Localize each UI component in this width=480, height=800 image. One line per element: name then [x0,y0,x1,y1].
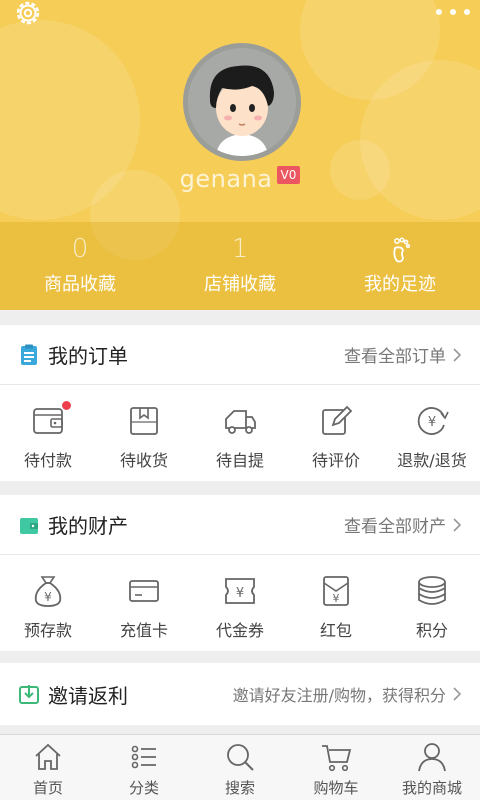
package-icon [130,407,158,435]
order-pending-review[interactable]: 待评价 [288,385,384,481]
asset-points[interactable]: 积分 [384,555,480,651]
chevron-right-icon [453,687,462,701]
chevron-right-icon [453,347,462,362]
view-all-orders-label: 查看全部订单 [344,347,446,367]
tab-label: 分类 [128,779,159,797]
stat-product-favorites[interactable]: 0 商品收藏 [0,222,160,310]
tab-label: 购物车 [313,779,359,797]
view-all-assets-link[interactable]: 查看全部财产 [344,512,462,537]
username-row: genana V0 [0,165,480,193]
icon-label: 待收货 [119,451,168,470]
wallet-icon [18,514,40,536]
stat-footprints[interactable]: 我的足迹 [320,222,480,310]
assets-title: 我的财产 [48,514,128,538]
invite-description-label: 邀请好友注册/购物，获得积分 [232,686,446,705]
asset-voucher[interactable]: ¥ 代金券 [192,555,288,651]
tab-label: 首页 [32,779,63,797]
gear-icon[interactable] [10,0,48,32]
tab-cart[interactable]: 购物车 [288,735,384,800]
notification-dot [62,401,71,410]
truck-icon [225,410,256,434]
icon-label: 积分 [415,621,448,640]
orders-header[interactable]: 我的订单 查看全部订单 [0,325,480,385]
assets-icon-row: ¥ 预存款 充值卡 ¥ 代金券 ¥ 红包 积分 [0,555,480,651]
edit-icon [322,405,353,435]
asset-prepaid[interactable]: ¥ 预存款 [0,555,96,651]
wallet-icon [33,408,63,434]
orders-section: 我的订单 查看全部订单 待付款 待收货 待自提 待评价 ¥ 退款/退货 [0,325,480,481]
more-dots-icon[interactable] [436,4,470,20]
coins-icon [418,576,446,605]
tab-label: 我的商城 [401,779,462,797]
icon-label: 红包 [319,621,352,640]
svg-text:¥: ¥ [428,415,436,430]
icon-label: 预存款 [23,621,72,640]
assets-section: 我的财产 查看全部财产 ¥ 预存款 充值卡 ¥ 代金券 ¥ 红包 积分 [0,495,480,651]
asset-red-envelope[interactable]: ¥ 红包 [288,555,384,651]
invite-title: 邀请返利 [48,683,128,708]
profile-header: genana V0 0 商品收藏 1 店铺收藏 我的足迹 [0,0,480,310]
asset-recharge-card[interactable]: 充值卡 [96,555,192,651]
svg-text:¥: ¥ [236,586,244,601]
list-icon [131,745,156,769]
stat-label: 商品收藏 [44,274,116,295]
red-envelope-icon: ¥ [323,576,349,606]
avatar[interactable] [183,43,301,161]
tab-label: 搜索 [224,779,255,797]
stats-bar: 0 商品收藏 1 店铺收藏 我的足迹 [0,222,480,310]
icon-label: 待自提 [215,451,264,470]
icon-label: 待付款 [23,451,72,470]
icon-label: 退款/退货 [397,451,467,470]
money-bag-icon: ¥ [34,576,62,607]
svg-text:¥: ¥ [44,590,52,604]
user-icon [418,743,446,772]
order-pending-payment[interactable]: 待付款 [0,385,96,481]
footprint-icon [320,234,480,264]
stat-value: 0 [71,234,89,264]
icon-label: 代金券 [215,621,264,640]
tab-search[interactable]: 搜索 [192,735,288,800]
stat-label: 店铺收藏 [204,274,276,295]
svg-text:¥: ¥ [333,592,340,605]
tab-category[interactable]: 分类 [96,735,192,800]
chevron-right-icon [453,517,462,532]
view-all-assets-label: 查看全部财产 [344,517,446,537]
tab-my-store[interactable]: 我的商城 [384,735,480,800]
order-refund[interactable]: ¥ 退款/退货 [384,385,480,481]
order-pending-pickup[interactable]: 待自提 [192,385,288,481]
bottom-tab-bar: 首页 分类 搜索 购物车 我的商城 [0,734,480,800]
username: genana [179,165,273,193]
level-badge: V0 [276,166,301,184]
orders-title: 我的订单 [48,344,128,368]
icon-label: 待评价 [311,451,360,470]
view-all-orders-link[interactable]: 查看全部订单 [344,342,462,367]
invite-description: 邀请好友注册/购物，获得积分 [233,682,462,706]
invite-rebate-row[interactable]: 邀请返利 邀请好友注册/购物，获得积分 [0,663,480,725]
clipboard-icon [18,344,40,366]
orders-icon-row: 待付款 待收货 待自提 待评价 ¥ 退款/退货 [0,385,480,481]
icon-label: 充值卡 [119,621,168,640]
cart-icon [322,745,352,772]
card-icon [129,580,159,602]
assets-header[interactable]: 我的财产 查看全部财产 [0,495,480,555]
refund-icon: ¥ [417,407,449,435]
stat-store-favorites[interactable]: 1 店铺收藏 [160,222,320,310]
download-box-icon [18,683,40,705]
stat-label: 我的足迹 [364,274,436,295]
stat-value: 1 [231,234,249,264]
home-icon [35,743,61,770]
voucher-icon: ¥ [225,578,255,604]
order-pending-receipt[interactable]: 待收货 [96,385,192,481]
search-icon [227,744,254,771]
tab-home[interactable]: 首页 [0,735,96,800]
